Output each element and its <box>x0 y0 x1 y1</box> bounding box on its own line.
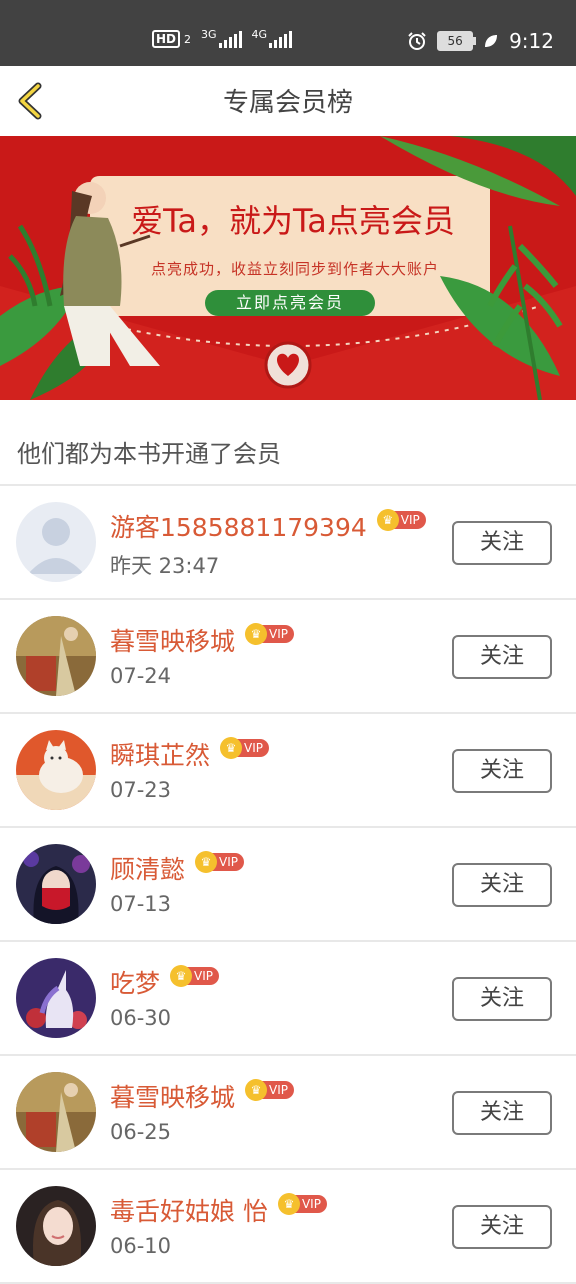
signal-strength-icon-2 <box>269 30 293 48</box>
hd-voice-icon: HD <box>152 30 181 48</box>
member-row[interactable]: 顾清懿 ♛ VIP 07-13 关注 <box>0 828 576 942</box>
banner-headline: 爱Ta，就为Ta点亮会员 <box>131 202 455 240</box>
member-name[interactable]: 瞬琪芷然 <box>110 736 210 772</box>
vip-badge: ♛ VIP <box>245 623 294 645</box>
vip-badge: ♛ VIP <box>376 509 426 531</box>
crown-icon: ♛ <box>277 1193 300 1215</box>
banner-cta-button[interactable]: 立即点亮会员 <box>205 290 375 316</box>
member-row[interactable]: 暮雪映移城 ♛ VIP 07-24 关注 <box>0 600 576 714</box>
vip-badge: ♛ VIP <box>220 737 269 759</box>
unicorn-avatar[interactable] <box>16 958 96 1038</box>
alarm-icon <box>408 32 426 50</box>
member-name[interactable]: 暮雪映移城 <box>110 622 235 658</box>
follow-button[interactable]: 关注 <box>452 977 552 1021</box>
member-date: 07-23 <box>110 778 172 802</box>
crown-icon: ♛ <box>220 737 243 759</box>
member-list: 游客1585881179394 ♛ VIP 昨天 23:47 关注 暮雪映移城 ♛… <box>0 486 576 1284</box>
member-name[interactable]: 顾清懿 <box>110 850 185 886</box>
status-right: 56 9:12 <box>407 29 554 53</box>
follow-button[interactable]: 关注 <box>452 749 552 793</box>
member-row[interactable]: 毒舌好姑娘 怡 ♛ VIP 06-10 关注 <box>0 1170 576 1284</box>
member-row[interactable]: 暮雪映移城 ♛ VIP 06-25 关注 <box>0 1056 576 1170</box>
member-date: 06-25 <box>110 1120 172 1144</box>
member-name[interactable]: 毒舌好姑娘 怡 <box>110 1192 268 1228</box>
network-4g-label: 4G <box>251 27 268 41</box>
member-row[interactable]: 游客1585881179394 ♛ VIP 昨天 23:47 关注 <box>0 486 576 600</box>
member-row[interactable]: 吃梦 ♛ VIP 06-30 关注 <box>0 942 576 1056</box>
crown-icon: ♛ <box>195 851 218 873</box>
member-name[interactable]: 游客1585881179394 <box>110 508 367 544</box>
crown-icon: ♛ <box>376 509 399 531</box>
banner-subline: 点亮成功，收益立刻同步到作者大大账户 <box>150 260 439 278</box>
member-date: 07-24 <box>110 664 172 688</box>
masked-girl-avatar[interactable] <box>16 844 96 924</box>
cat-avatar[interactable] <box>16 730 96 810</box>
member-date: 昨天 23:47 <box>110 554 220 578</box>
signal-strength-icon <box>218 30 242 48</box>
follow-button[interactable]: 关注 <box>452 863 552 907</box>
membership-banner[interactable]: 爱Ta，就为Ta点亮会员 点亮成功，收益立刻同步到作者大大账户 立即点亮会员 <box>0 136 576 400</box>
network-indicators: HD 2 3G 4G <box>152 27 293 48</box>
network-3g-label: 3G <box>201 27 217 41</box>
follow-button[interactable]: 关注 <box>452 1205 552 1249</box>
follow-button[interactable]: 关注 <box>452 521 552 565</box>
member-date: 06-10 <box>110 1234 172 1258</box>
follow-button[interactable]: 关注 <box>452 1091 552 1135</box>
clock-time: 9:12 <box>509 29 554 53</box>
member-name[interactable]: 吃梦 <box>110 964 160 1000</box>
member-name[interactable]: 暮雪映移城 <box>110 1078 235 1114</box>
girl-photo-avatar[interactable] <box>16 1186 96 1266</box>
vip-badge: ♛ VIP <box>245 1079 294 1101</box>
crown-icon: ♛ <box>245 623 268 645</box>
vip-badge: ♛ VIP <box>170 965 219 987</box>
crown-icon: ♛ <box>245 1079 268 1101</box>
crown-icon: ♛ <box>170 965 193 987</box>
leaf-icon <box>485 35 498 47</box>
follow-button[interactable]: 关注 <box>452 635 552 679</box>
member-date: 07-13 <box>110 892 172 916</box>
battery-icon: 56 <box>437 31 477 51</box>
painting-avatar[interactable] <box>16 1072 96 1152</box>
sim-slot-label: 2 <box>184 32 192 46</box>
default-avatar[interactable] <box>16 502 96 582</box>
status-bar: HD 2 3G 4G 56 9:12 <box>0 0 576 66</box>
section-title: 他们都为本书开通了会员 <box>17 440 281 468</box>
vip-badge: ♛ VIP <box>277 1193 327 1215</box>
nav-bar: 专属会员榜 <box>0 66 576 136</box>
vip-badge: ♛ VIP <box>195 851 244 873</box>
page-title: 专属会员榜 <box>222 88 353 118</box>
painting-avatar[interactable] <box>16 616 96 696</box>
member-row[interactable]: 瞬琪芷然 ♛ VIP 07-23 关注 <box>0 714 576 828</box>
member-date: 06-30 <box>110 1006 172 1030</box>
